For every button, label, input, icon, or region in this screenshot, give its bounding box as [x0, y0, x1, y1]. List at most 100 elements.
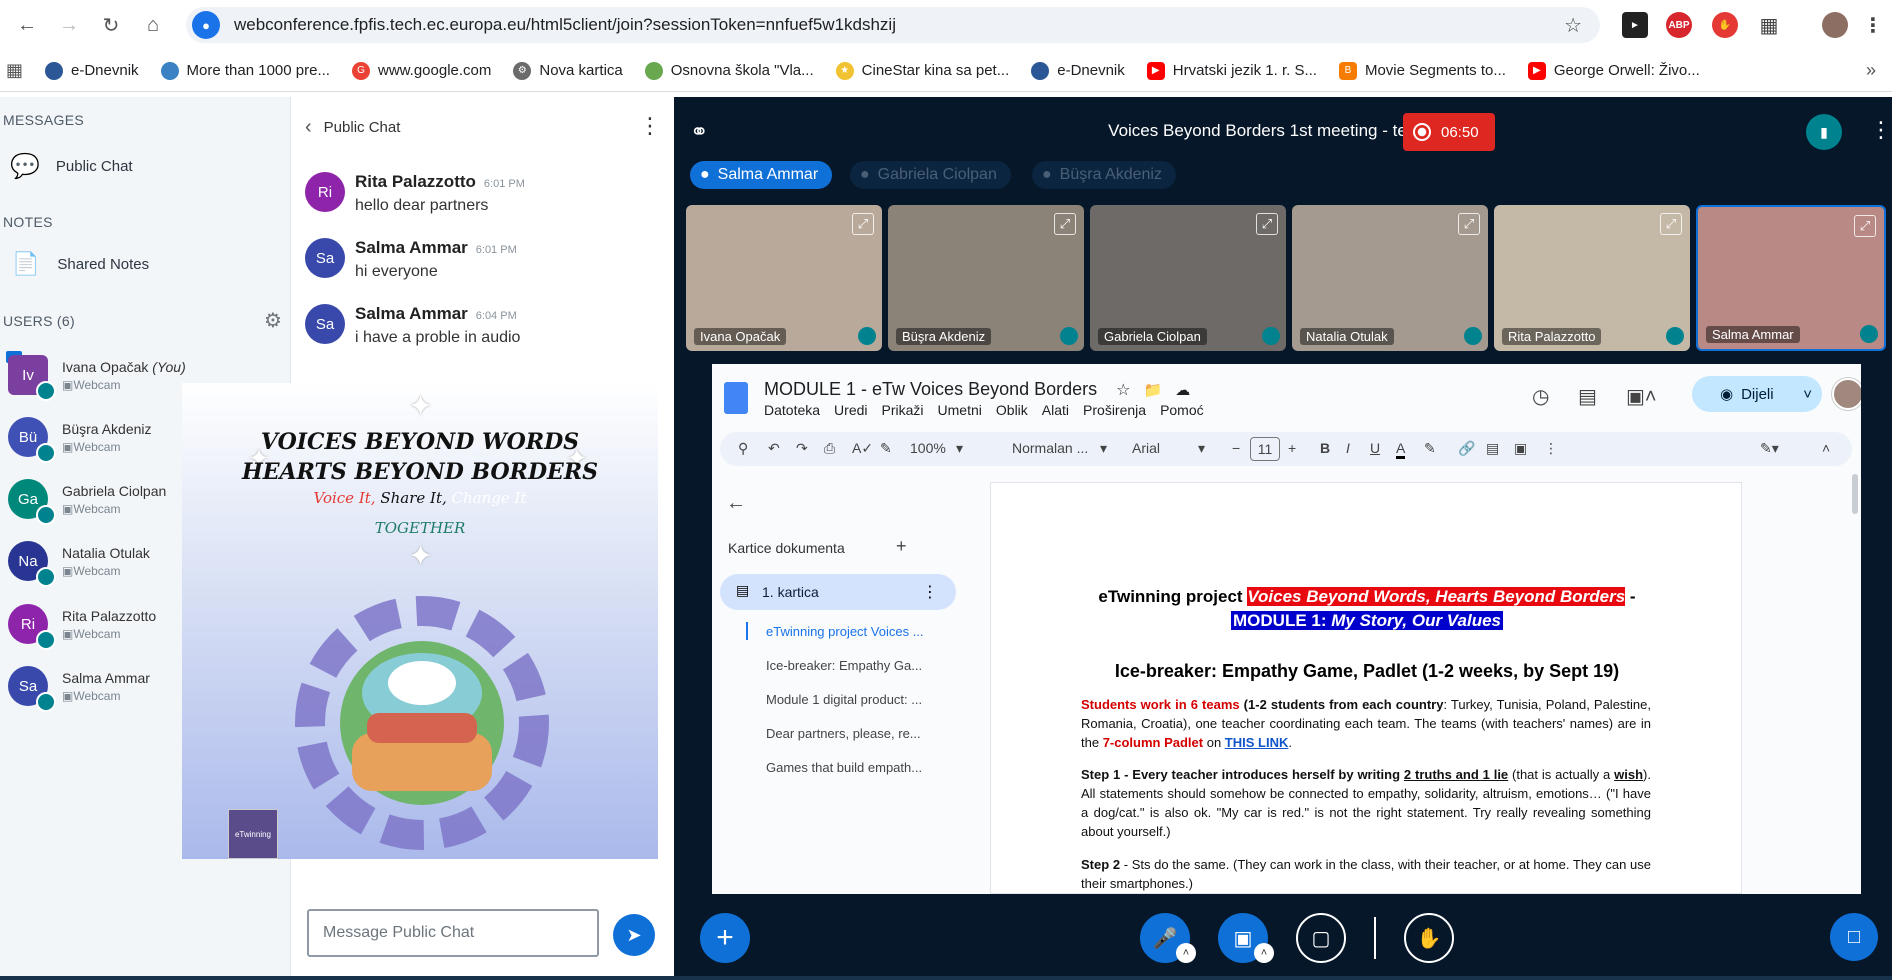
share-button[interactable]: ◉ Dijeli ˅	[1692, 376, 1822, 412]
reload-icon[interactable]: ↻	[96, 10, 126, 40]
menu-item[interactable]: Prikaži	[882, 402, 924, 418]
font-size-decrease-icon[interactable]: −	[1232, 440, 1240, 456]
font-size-increase-icon[interactable]: +	[1288, 440, 1296, 456]
undo-icon[interactable]: ↶	[768, 440, 780, 457]
document-title[interactable]: MODULE 1 - eTw Voices Beyond Borders	[764, 379, 1097, 399]
abp-extension-icon[interactable]: ABP	[1666, 12, 1692, 38]
bookmark-item[interactable]: e-Dnevnik	[1031, 61, 1125, 80]
bookmark-star-icon[interactable]: ☆	[1564, 13, 1582, 38]
doc-scrollbar[interactable]	[1852, 474, 1858, 514]
fullscreen-icon[interactable]: ⤢	[1660, 213, 1682, 235]
search-icon[interactable]: ⚲	[738, 440, 748, 457]
more-options-icon[interactable]: ⋮	[1544, 440, 1558, 457]
back-arrow-icon[interactable]: ←	[726, 492, 746, 515]
insert-image-icon[interactable]: ▣	[1514, 440, 1527, 457]
paint-format-icon[interactable]: ✎	[880, 440, 892, 457]
bookmark-item[interactable]: ★ CineStar kina sa pet...	[835, 61, 1009, 80]
fullscreen-icon[interactable]: ⤢	[1458, 213, 1480, 235]
document-tab[interactable]: ▤ 1. kartica ⋮	[720, 574, 956, 610]
extensions-puzzle-icon[interactable]: ▦	[1756, 12, 1782, 38]
video-tile[interactable]: ⤢ Gabriela Ciolpan	[1090, 205, 1286, 351]
video-options-chevron-icon[interactable]: ˄	[1254, 943, 1274, 963]
add-tab-icon[interactable]: +	[896, 536, 907, 557]
cloud-icon[interactable]: ☁	[1175, 382, 1190, 399]
underline-icon[interactable]: U	[1370, 440, 1380, 456]
meeting-options-icon[interactable]: ⋮	[1870, 117, 1892, 143]
bookmark-item[interactable]: More than 1000 pre...	[160, 61, 330, 80]
video-tile[interactable]: ⤢ Ivana Opačak	[686, 205, 882, 351]
history-icon[interactable]: ◷	[1532, 384, 1549, 409]
tab-options-icon[interactable]: ⋮	[922, 582, 938, 602]
shared-notes-item[interactable]: 📄 Shared Notes	[12, 251, 149, 277]
collapse-menu-icon[interactable]: ˄	[1822, 440, 1830, 456]
video-tile[interactable]: ⤢ Rita Palazzotto	[1494, 205, 1690, 351]
menu-item[interactable]: Proširenja	[1083, 402, 1146, 418]
screen-share-button[interactable]: ▢	[1296, 913, 1346, 963]
zoom-select[interactable]: 100%	[910, 440, 946, 456]
document-page[interactable]: eTwinning project Voices Beyond Words, H…	[990, 482, 1742, 894]
terminal-extension-icon[interactable]: ►	[1622, 12, 1648, 38]
outline-item[interactable]: Module 1 digital product: ...	[766, 692, 922, 707]
redo-icon[interactable]: ↷	[796, 440, 808, 457]
folder-icon[interactable]: 📁	[1144, 382, 1163, 399]
fullscreen-icon[interactable]: ⤢	[852, 213, 874, 235]
public-chat-item[interactable]: 💬 Public Chat	[10, 152, 133, 181]
font-size-input[interactable]: 11	[1250, 437, 1280, 461]
apps-grid-icon[interactable]: ▦	[6, 60, 23, 81]
home-icon[interactable]: ⌂	[138, 10, 168, 40]
connection-status-icon[interactable]: ▮	[1806, 114, 1842, 150]
bookmark-item[interactable]: e-Dnevnik	[45, 61, 139, 80]
menu-item[interactable]: Oblik	[996, 402, 1028, 418]
bookmark-item[interactable]: ⚙ Nova kartica	[513, 61, 623, 80]
site-info-icon[interactable]: ●	[192, 11, 220, 39]
add-comment-icon[interactable]: ▤	[1486, 440, 1499, 457]
address-bar[interactable]: ● webconference.fpfis.tech.ec.europa.eu/…	[186, 7, 1600, 43]
video-tile[interactable]: ⤢ Salma Ammar	[1696, 205, 1886, 351]
chevron-down-icon[interactable]: ▾	[956, 440, 963, 457]
fullscreen-icon[interactable]: ⤢	[1054, 213, 1076, 235]
spellcheck-icon[interactable]: A✓	[852, 440, 873, 457]
presentation-button[interactable]: □	[1830, 913, 1878, 961]
chevron-down-icon[interactable]: ▾	[1198, 440, 1205, 457]
video-tile[interactable]: ⤢ Natalia Otulak	[1292, 205, 1488, 351]
menu-item[interactable]: Umetni	[938, 402, 982, 418]
meet-icon[interactable]: ▣˄	[1626, 384, 1657, 409]
bookmark-item[interactable]: Osnovna škola "Vla...	[644, 61, 814, 80]
chat-message-input[interactable]: Message Public Chat	[307, 909, 599, 957]
profile-avatar-icon[interactable]	[1822, 12, 1848, 38]
editing-mode-icon[interactable]: ✎▾	[1760, 440, 1779, 457]
comments-icon[interactable]: ▤	[1578, 384, 1597, 409]
outline-item[interactable]: eTwinning project Voices ...	[766, 624, 924, 639]
menu-item[interactable]: Uredi	[834, 402, 867, 418]
outline-item[interactable]: Ice-breaker: Empathy Ga...	[766, 658, 922, 673]
text-color-icon[interactable]: A	[1396, 440, 1406, 459]
outline-item[interactable]: Dear partners, please, re...	[766, 726, 921, 741]
padlet-link[interactable]: THIS LINK	[1225, 735, 1289, 750]
fullscreen-icon[interactable]: ⤢	[1854, 215, 1876, 237]
link-icon[interactable]: 🔗	[1458, 440, 1475, 457]
outline-item[interactable]: Games that build empath...	[766, 760, 922, 775]
chevron-left-icon[interactable]: ‹	[305, 116, 312, 139]
bold-icon[interactable]: B	[1320, 440, 1330, 456]
user-avatar[interactable]	[1832, 378, 1861, 410]
bookmark-item[interactable]: ▶ Hrvatski jezik 1. r. S...	[1146, 61, 1317, 80]
highlight-icon[interactable]: ✎	[1424, 440, 1436, 457]
bookmark-item[interactable]: B Movie Segments to...	[1338, 61, 1506, 80]
font-select[interactable]: Arial	[1132, 440, 1160, 456]
italic-icon[interactable]: I	[1346, 440, 1350, 456]
menu-item[interactable]: Pomoć	[1160, 402, 1204, 418]
audio-options-chevron-icon[interactable]: ˄	[1176, 943, 1196, 963]
bookmark-item[interactable]: Gwww.google.com	[351, 61, 491, 80]
menu-item[interactable]: Datoteka	[764, 402, 820, 418]
share-chevron-icon[interactable]: ˅	[1803, 386, 1812, 403]
video-tile[interactable]: ⤢ Büşra Akdeniz	[888, 205, 1084, 351]
send-message-button[interactable]: ➤	[613, 914, 655, 956]
chat-options-icon[interactable]: ⋮	[639, 113, 661, 139]
back-icon[interactable]: ←	[12, 10, 42, 40]
recording-indicator[interactable]: 06:50	[1403, 113, 1495, 151]
browser-menu-icon[interactable]: ⋮	[1860, 12, 1886, 38]
raise-hand-button[interactable]: ✋	[1404, 913, 1454, 963]
star-icon[interactable]: ☆	[1116, 382, 1130, 399]
forward-icon[interactable]: →	[54, 10, 84, 40]
chevron-down-icon[interactable]: ▾	[1100, 440, 1107, 457]
